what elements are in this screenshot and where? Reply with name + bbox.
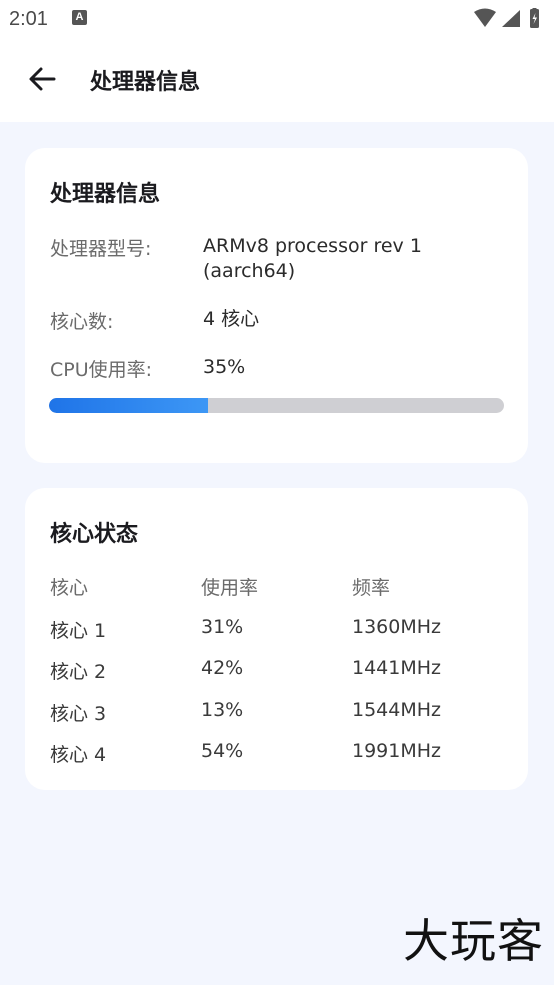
core-row-4-name: 核心 4	[50, 744, 107, 766]
cpu-usage-progress-fill	[49, 398, 209, 413]
core-row-4-usage: 54%	[201, 740, 244, 762]
cpu-usage-value: 35%	[203, 356, 246, 378]
status-time: 2:01	[9, 8, 48, 30]
arrow-left-icon	[29, 67, 56, 91]
core-row-2-usage: 42%	[201, 657, 244, 679]
header-frequency: 频率	[352, 577, 391, 599]
core-row-2-frequency: 1441MHz	[352, 657, 442, 679]
core-row-1-usage: 31%	[201, 616, 244, 638]
core-row-1-frequency: 1360MHz	[352, 616, 442, 638]
core-row-3-frequency: 1544MHz	[352, 699, 442, 721]
model-value: ARMv8 processor rev 1 (aarch64)	[203, 235, 422, 282]
header-core: 核心	[50, 577, 89, 599]
processor-card-title: 处理器信息	[50, 182, 161, 207]
cores-label: 核心数:	[50, 311, 114, 333]
core-card-title: 核心状态	[50, 522, 139, 547]
status-bar: 2:01 A	[0, 0, 554, 38]
core-status-card: 核心状态 核心 使用率 频率 核心 1 31% 1360MHz 核心 2 42%…	[25, 488, 528, 790]
core-row-2-name: 核心 2	[50, 661, 107, 683]
model-label: 处理器型号:	[50, 238, 152, 260]
cpu-usage-label: CPU使用率:	[50, 359, 153, 381]
page-title: 处理器信息	[90, 70, 201, 95]
wifi-icon	[474, 8, 496, 27]
cores-value: 4 核心	[203, 308, 260, 330]
cpu-usage-progress-bar	[49, 398, 504, 413]
processor-info-card: 处理器信息 处理器型号: ARMv8 processor rev 1 (aarc…	[25, 148, 528, 463]
battery-icon	[530, 8, 539, 28]
header-usage: 使用率	[201, 577, 259, 599]
back-button[interactable]	[26, 62, 60, 96]
core-row-3-name: 核心 3	[50, 703, 107, 725]
app-bar: 处理器信息	[0, 38, 554, 122]
signal-icon	[502, 10, 520, 27]
core-row-4-frequency: 1991MHz	[352, 740, 442, 762]
core-row-3-usage: 13%	[201, 699, 244, 721]
watermark-logo: 大玩客	[403, 914, 544, 968]
a-notification-icon: A	[72, 10, 87, 25]
status-icons	[474, 8, 544, 30]
core-row-1-name: 核心 1	[50, 620, 107, 642]
